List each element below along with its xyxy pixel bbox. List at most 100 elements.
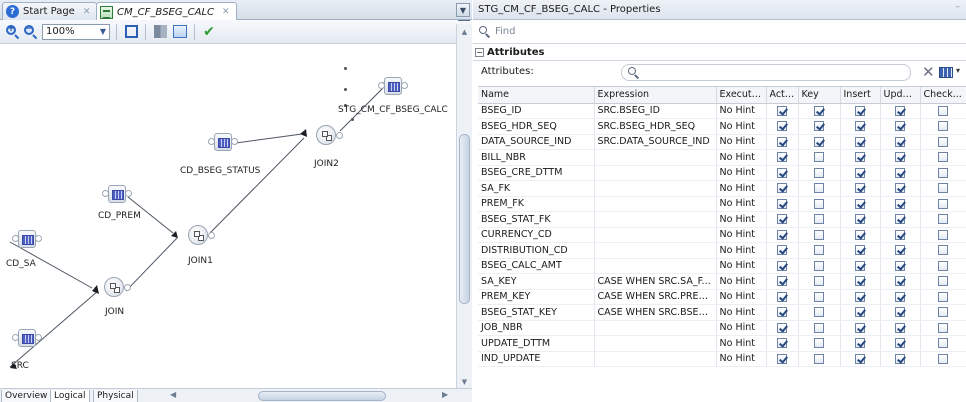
close-icon[interactable]: ✕ xyxy=(83,7,91,17)
column-header-execute[interactable]: Execute ... xyxy=(716,87,767,104)
active-checkbox[interactable] xyxy=(777,198,787,209)
chevron-down-icon[interactable]: ▾ xyxy=(956,66,960,75)
check-checkbox[interactable] xyxy=(938,338,948,349)
table-row[interactable]: BSEG_CRE_DTTM No Hint xyxy=(478,165,966,181)
table-row[interactable]: BSEG_HDR_SEQ SRC.BSEG_HDR_SEQ No Hint xyxy=(478,118,966,135)
active-checkbox[interactable] xyxy=(777,214,787,225)
collapse-icon[interactable]: − xyxy=(475,47,484,57)
tab-physical[interactable]: Physical xyxy=(93,390,138,402)
find-input[interactable]: Find xyxy=(495,26,516,37)
insert-checkbox[interactable] xyxy=(855,245,865,256)
update-checkbox[interactable] xyxy=(895,245,905,256)
attribute-execute-cell[interactable]: No Hint xyxy=(716,227,767,243)
update-checkbox[interactable] xyxy=(895,198,905,209)
attribute-expression-cell[interactable] xyxy=(594,335,717,352)
tab-logical[interactable]: Logical xyxy=(50,390,90,402)
key-checkbox[interactable] xyxy=(814,260,824,271)
attribute-expression-cell[interactable] xyxy=(594,211,717,228)
key-checkbox[interactable] xyxy=(814,183,824,194)
table-row[interactable]: BSEG_STAT_FK No Hint xyxy=(478,211,966,228)
check-checkbox[interactable] xyxy=(938,260,948,271)
active-checkbox[interactable] xyxy=(777,136,787,147)
update-checkbox[interactable] xyxy=(895,260,905,271)
attribute-execute-cell[interactable]: No Hint xyxy=(716,149,767,166)
attribute-expression-cell[interactable]: CASE WHEN SRC.BSEG... xyxy=(594,304,717,321)
attribute-name-cell[interactable]: JOB_NBR xyxy=(478,320,595,336)
attribute-name-cell[interactable]: UPDATE_DTTM xyxy=(478,335,595,352)
tab-start-page[interactable]: ? Start Page ✕ xyxy=(2,2,98,20)
active-checkbox[interactable] xyxy=(777,183,787,194)
attribute-expression-cell[interactable] xyxy=(594,351,717,367)
mapping-canvas[interactable]: STG_CM_CF_BSEG_CALC JOIN2 CD_BSEG_STATUS… xyxy=(0,45,456,387)
active-checkbox[interactable] xyxy=(777,152,787,163)
column-header-expression[interactable]: Expression xyxy=(594,87,717,104)
update-checkbox[interactable] xyxy=(895,152,905,163)
table-row[interactable]: BSEG_ID SRC.BSEG_ID No Hint xyxy=(478,103,966,119)
scrollbar-thumb[interactable] xyxy=(258,391,386,401)
attribute-expression-cell[interactable]: CASE WHEN SRC.PREM... xyxy=(594,289,717,305)
join-component-join1[interactable] xyxy=(188,225,215,245)
key-checkbox[interactable] xyxy=(814,214,824,225)
check-checkbox[interactable] xyxy=(938,245,948,256)
check-checkbox[interactable] xyxy=(938,307,948,318)
table-row[interactable]: SA_KEY CASE WHEN SRC.SA_F... No Hint xyxy=(478,273,966,290)
insert-checkbox[interactable] xyxy=(855,307,865,318)
attribute-expression-cell[interactable]: SRC.DATA_SOURCE_IND xyxy=(594,134,717,150)
key-checkbox[interactable] xyxy=(814,198,824,209)
update-checkbox[interactable] xyxy=(895,353,905,364)
attribute-execute-cell[interactable]: No Hint xyxy=(716,134,767,150)
update-checkbox[interactable] xyxy=(895,276,905,287)
find-bar[interactable]: Find xyxy=(473,20,966,44)
attribute-execute-cell[interactable]: No Hint xyxy=(716,273,767,290)
check-checkbox[interactable] xyxy=(938,229,948,240)
update-checkbox[interactable] xyxy=(895,136,905,147)
scrollbar-thumb[interactable] xyxy=(459,134,470,304)
attribute-name-cell[interactable]: BILL_NBR xyxy=(478,149,595,166)
attribute-expression-cell[interactable]: SRC.BSEG_ID xyxy=(594,103,717,119)
key-checkbox[interactable] xyxy=(814,167,824,178)
key-checkbox[interactable] xyxy=(814,353,824,364)
attribute-expression-cell[interactable] xyxy=(594,258,717,274)
minimize-icon[interactable]: – xyxy=(956,2,961,12)
column-header-insert[interactable]: Insert xyxy=(840,87,881,104)
close-icon[interactable]: ✕ xyxy=(222,7,230,17)
attribute-name-cell[interactable]: BSEG_STAT_FK xyxy=(478,211,595,228)
update-checkbox[interactable] xyxy=(895,105,905,116)
attribute-expression-cell[interactable] xyxy=(594,242,717,259)
check-checkbox[interactable] xyxy=(938,167,948,178)
update-checkbox[interactable] xyxy=(895,214,905,225)
toggle-grid-button[interactable] xyxy=(152,24,168,40)
table-row[interactable]: BSEG_STAT_KEY CASE WHEN SRC.BSEG... No Hin… xyxy=(478,304,966,321)
insert-checkbox[interactable] xyxy=(855,322,865,333)
attribute-name-cell[interactable]: DISTRIBUTION_CD xyxy=(478,242,595,259)
attribute-expression-cell[interactable] xyxy=(594,196,717,212)
attribute-expression-cell[interactable]: CASE WHEN SRC.SA_F... xyxy=(594,273,717,290)
update-checkbox[interactable] xyxy=(895,229,905,240)
check-checkbox[interactable] xyxy=(938,121,948,132)
active-checkbox[interactable] xyxy=(777,276,787,287)
table-row[interactable]: PREM_KEY CASE WHEN SRC.PREM... No Hint xyxy=(478,289,966,305)
table-row[interactable]: DATA_SOURCE_IND SRC.DATA_SOURCE_IND No Hin… xyxy=(478,134,966,150)
attribute-name-cell[interactable]: BSEG_STAT_KEY xyxy=(478,304,595,321)
attribute-expression-cell[interactable]: SRC.BSEG_HDR_SEQ xyxy=(594,118,717,135)
insert-checkbox[interactable] xyxy=(855,183,865,194)
horizontal-scrollbar[interactable]: ◀ ▶ xyxy=(170,390,454,402)
attribute-expression-cell[interactable] xyxy=(594,227,717,243)
attribute-execute-cell[interactable]: No Hint xyxy=(716,289,767,305)
table-row[interactable]: BSEG_CALC_AMT No Hint xyxy=(478,258,966,274)
update-checkbox[interactable] xyxy=(895,291,905,302)
attribute-execute-cell[interactable]: No Hint xyxy=(716,196,767,212)
key-checkbox[interactable] xyxy=(814,121,824,132)
scroll-up-icon[interactable]: ▲ xyxy=(458,26,471,38)
selection-handle[interactable] xyxy=(344,88,347,91)
check-checkbox[interactable] xyxy=(938,183,948,194)
tab-list-dropdown-button[interactable]: ▼ xyxy=(456,3,470,17)
active-checkbox[interactable] xyxy=(777,260,787,271)
attribute-name-cell[interactable]: BSEG_CRE_DTTM xyxy=(478,165,595,181)
attribute-execute-cell[interactable]: No Hint xyxy=(716,304,767,321)
update-checkbox[interactable] xyxy=(895,338,905,349)
attribute-execute-cell[interactable]: No Hint xyxy=(716,335,767,352)
key-checkbox[interactable] xyxy=(814,136,824,147)
active-checkbox[interactable] xyxy=(777,121,787,132)
attribute-execute-cell[interactable]: No Hint xyxy=(716,320,767,336)
